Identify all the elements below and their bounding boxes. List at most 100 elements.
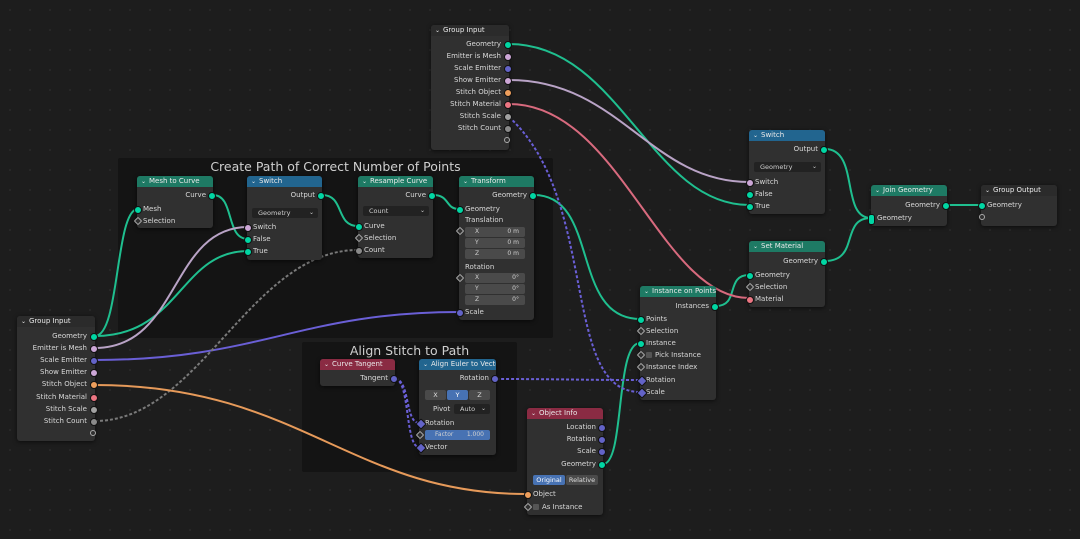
socket-bool[interactable]	[746, 179, 754, 187]
socket-vector[interactable]	[390, 375, 398, 383]
socket-bool[interactable]	[90, 369, 98, 377]
type-dropdown[interactable]: Geometry ⌄	[252, 208, 318, 218]
object-info-node[interactable]: ⌄ Object Info Location Rotation Scale Geo…	[523, 408, 606, 515]
socket-bool[interactable]	[90, 345, 98, 353]
rotation-x-field[interactable]: X 0°	[465, 273, 525, 283]
mesh-to-curve-node[interactable]: ⌄ Mesh to Curve Curve Mesh Selection	[133, 176, 216, 228]
mode-relative-button[interactable]: Relative	[566, 475, 598, 485]
socket-geometry[interactable]	[637, 340, 645, 348]
socket-geometry[interactable]	[244, 248, 252, 256]
socket-vector[interactable]	[456, 309, 464, 317]
axis-x-button[interactable]: X	[425, 390, 446, 400]
instance-on-points-node[interactable]: ⌄ Instance on Points Instances Points Sel…	[636, 286, 719, 400]
socket-int[interactable]	[355, 247, 363, 255]
align-euler-to-vector-node[interactable]: ⌄ Align Euler to Vector Rotation X Y Z Pi…	[415, 359, 499, 455]
pivot-dropdown[interactable]: Auto ⌄	[454, 404, 490, 414]
socket-geometry[interactable]	[529, 192, 537, 200]
socket-geometry[interactable]	[746, 272, 754, 280]
collapse-icon[interactable]: ⌄	[435, 25, 443, 36]
mode-original-button[interactable]: Original	[533, 475, 565, 485]
socket-empty[interactable]	[979, 214, 985, 220]
socket-vector[interactable]	[491, 375, 499, 383]
rotation-z-field[interactable]: Z 0°	[465, 295, 525, 305]
collapse-icon[interactable]: ⌄	[753, 241, 761, 252]
factor-field[interactable]: Factor 1.000	[425, 430, 490, 440]
socket-vector[interactable]	[90, 357, 98, 365]
socket-empty[interactable]	[90, 430, 96, 436]
socket-vector[interactable]	[504, 113, 512, 121]
mode-dropdown[interactable]: Count ⌄	[363, 206, 429, 216]
group-input-node-top[interactable]: ⌄ Group Input Geometry Emitter is Mesh Sc…	[431, 25, 512, 150]
set-material-node[interactable]: ⌄ Set Material Geometry Geometry Selectio…	[745, 241, 828, 307]
socket-material[interactable]	[746, 296, 754, 304]
socket-bool[interactable]	[504, 77, 512, 85]
socket-material[interactable]	[90, 394, 98, 402]
collapse-icon[interactable]: ⌄	[985, 185, 993, 196]
socket-empty[interactable]	[504, 137, 510, 143]
collapse-icon[interactable]: ⌄	[141, 176, 149, 187]
translation-z-field[interactable]: Z0 m	[465, 249, 525, 259]
socket-object[interactable]	[524, 491, 532, 499]
resample-curve-node[interactable]: ⌄ Resample Curve Curve Count ⌄ Curve Selec…	[354, 176, 436, 258]
socket-vector[interactable]	[90, 406, 98, 414]
socket-geometry[interactable]	[456, 206, 464, 214]
socket-geometry[interactable]	[90, 333, 98, 341]
collapse-icon[interactable]: ⌄	[463, 176, 471, 187]
collapse-icon[interactable]: ⌄	[753, 130, 761, 141]
socket-geometry[interactable]	[942, 202, 950, 210]
socket-geometry[interactable]	[978, 202, 986, 210]
join-geometry-node[interactable]: ⌄ Join Geometry Geometry Geometry	[868, 185, 950, 226]
collapse-icon[interactable]: ⌄	[423, 359, 431, 370]
socket-geometry[interactable]	[820, 146, 828, 154]
axis-z-button[interactable]: Z	[469, 390, 490, 400]
socket-geometry[interactable]	[598, 461, 606, 469]
socket-vector[interactable]	[598, 448, 606, 456]
socket-geometry[interactable]	[711, 303, 719, 311]
socket-label: Rotation	[459, 374, 489, 382]
socket-bool[interactable]	[244, 224, 252, 232]
translation-y-field[interactable]: Y0 m	[465, 238, 525, 248]
group-input-node-left[interactable]: ⌄ Group Input Geometry Emitter is Mesh Sc…	[17, 316, 98, 441]
socket-object[interactable]	[504, 89, 512, 97]
transform-node[interactable]: ⌄ Transform Geometry Geometry Translation…	[455, 176, 537, 320]
chevron-down-icon: ⌄	[419, 207, 425, 214]
translation-x-field[interactable]: X0 m	[465, 227, 525, 237]
socket-bool[interactable]	[504, 53, 512, 61]
socket-geometry[interactable]	[428, 192, 436, 200]
socket-vector[interactable]	[598, 424, 606, 432]
socket-material[interactable]	[504, 101, 512, 109]
curve-tangent-node[interactable]: ⌄ Curve Tangent Tangent	[320, 359, 398, 386]
collapse-icon[interactable]: ⌄	[21, 316, 29, 327]
pick-instance-checkbox[interactable]	[646, 352, 652, 358]
as-instance-checkbox[interactable]	[533, 504, 539, 510]
rotation-y-field[interactable]: Y 0°	[465, 284, 525, 294]
socket-vector[interactable]	[598, 436, 606, 444]
socket-geometry[interactable]	[208, 192, 216, 200]
socket-geometry[interactable]	[317, 192, 325, 200]
collapse-icon[interactable]: ⌄	[251, 176, 259, 187]
collapse-icon[interactable]: ⌄	[644, 286, 652, 297]
type-dropdown[interactable]: Geometry ⌄	[754, 162, 821, 172]
collapse-icon[interactable]: ⌄	[531, 408, 539, 419]
socket-geometry[interactable]	[637, 316, 645, 324]
switch-node-right[interactable]: ⌄ Switch Output Geometry ⌄ Switch False Tr…	[746, 130, 828, 214]
axis-y-button[interactable]: Y	[447, 390, 468, 400]
socket-vector[interactable]	[504, 65, 512, 73]
socket-int[interactable]	[504, 125, 512, 133]
socket-geometry[interactable]	[244, 236, 252, 244]
socket-object[interactable]	[90, 381, 98, 389]
collapse-icon[interactable]: ⌄	[875, 185, 883, 196]
collapse-icon[interactable]: ⌄	[362, 176, 370, 187]
socket-label: False	[755, 190, 773, 198]
switch-node-left[interactable]: ⌄ Switch Output Geometry ⌄ Switch False Tr…	[244, 176, 325, 260]
socket-geometry[interactable]	[746, 191, 754, 199]
socket-geometry[interactable]	[355, 223, 363, 231]
collapse-icon[interactable]: ⌄	[324, 359, 332, 370]
socket-geometry[interactable]	[504, 41, 512, 49]
socket-int[interactable]	[90, 418, 98, 426]
socket-geometry[interactable]	[820, 258, 828, 266]
socket-geometry[interactable]	[868, 214, 875, 225]
socket-geometry[interactable]	[746, 203, 754, 211]
group-output-node[interactable]: ⌄ Group Output Geometry	[978, 185, 1057, 226]
socket-geometry[interactable]	[134, 206, 142, 214]
